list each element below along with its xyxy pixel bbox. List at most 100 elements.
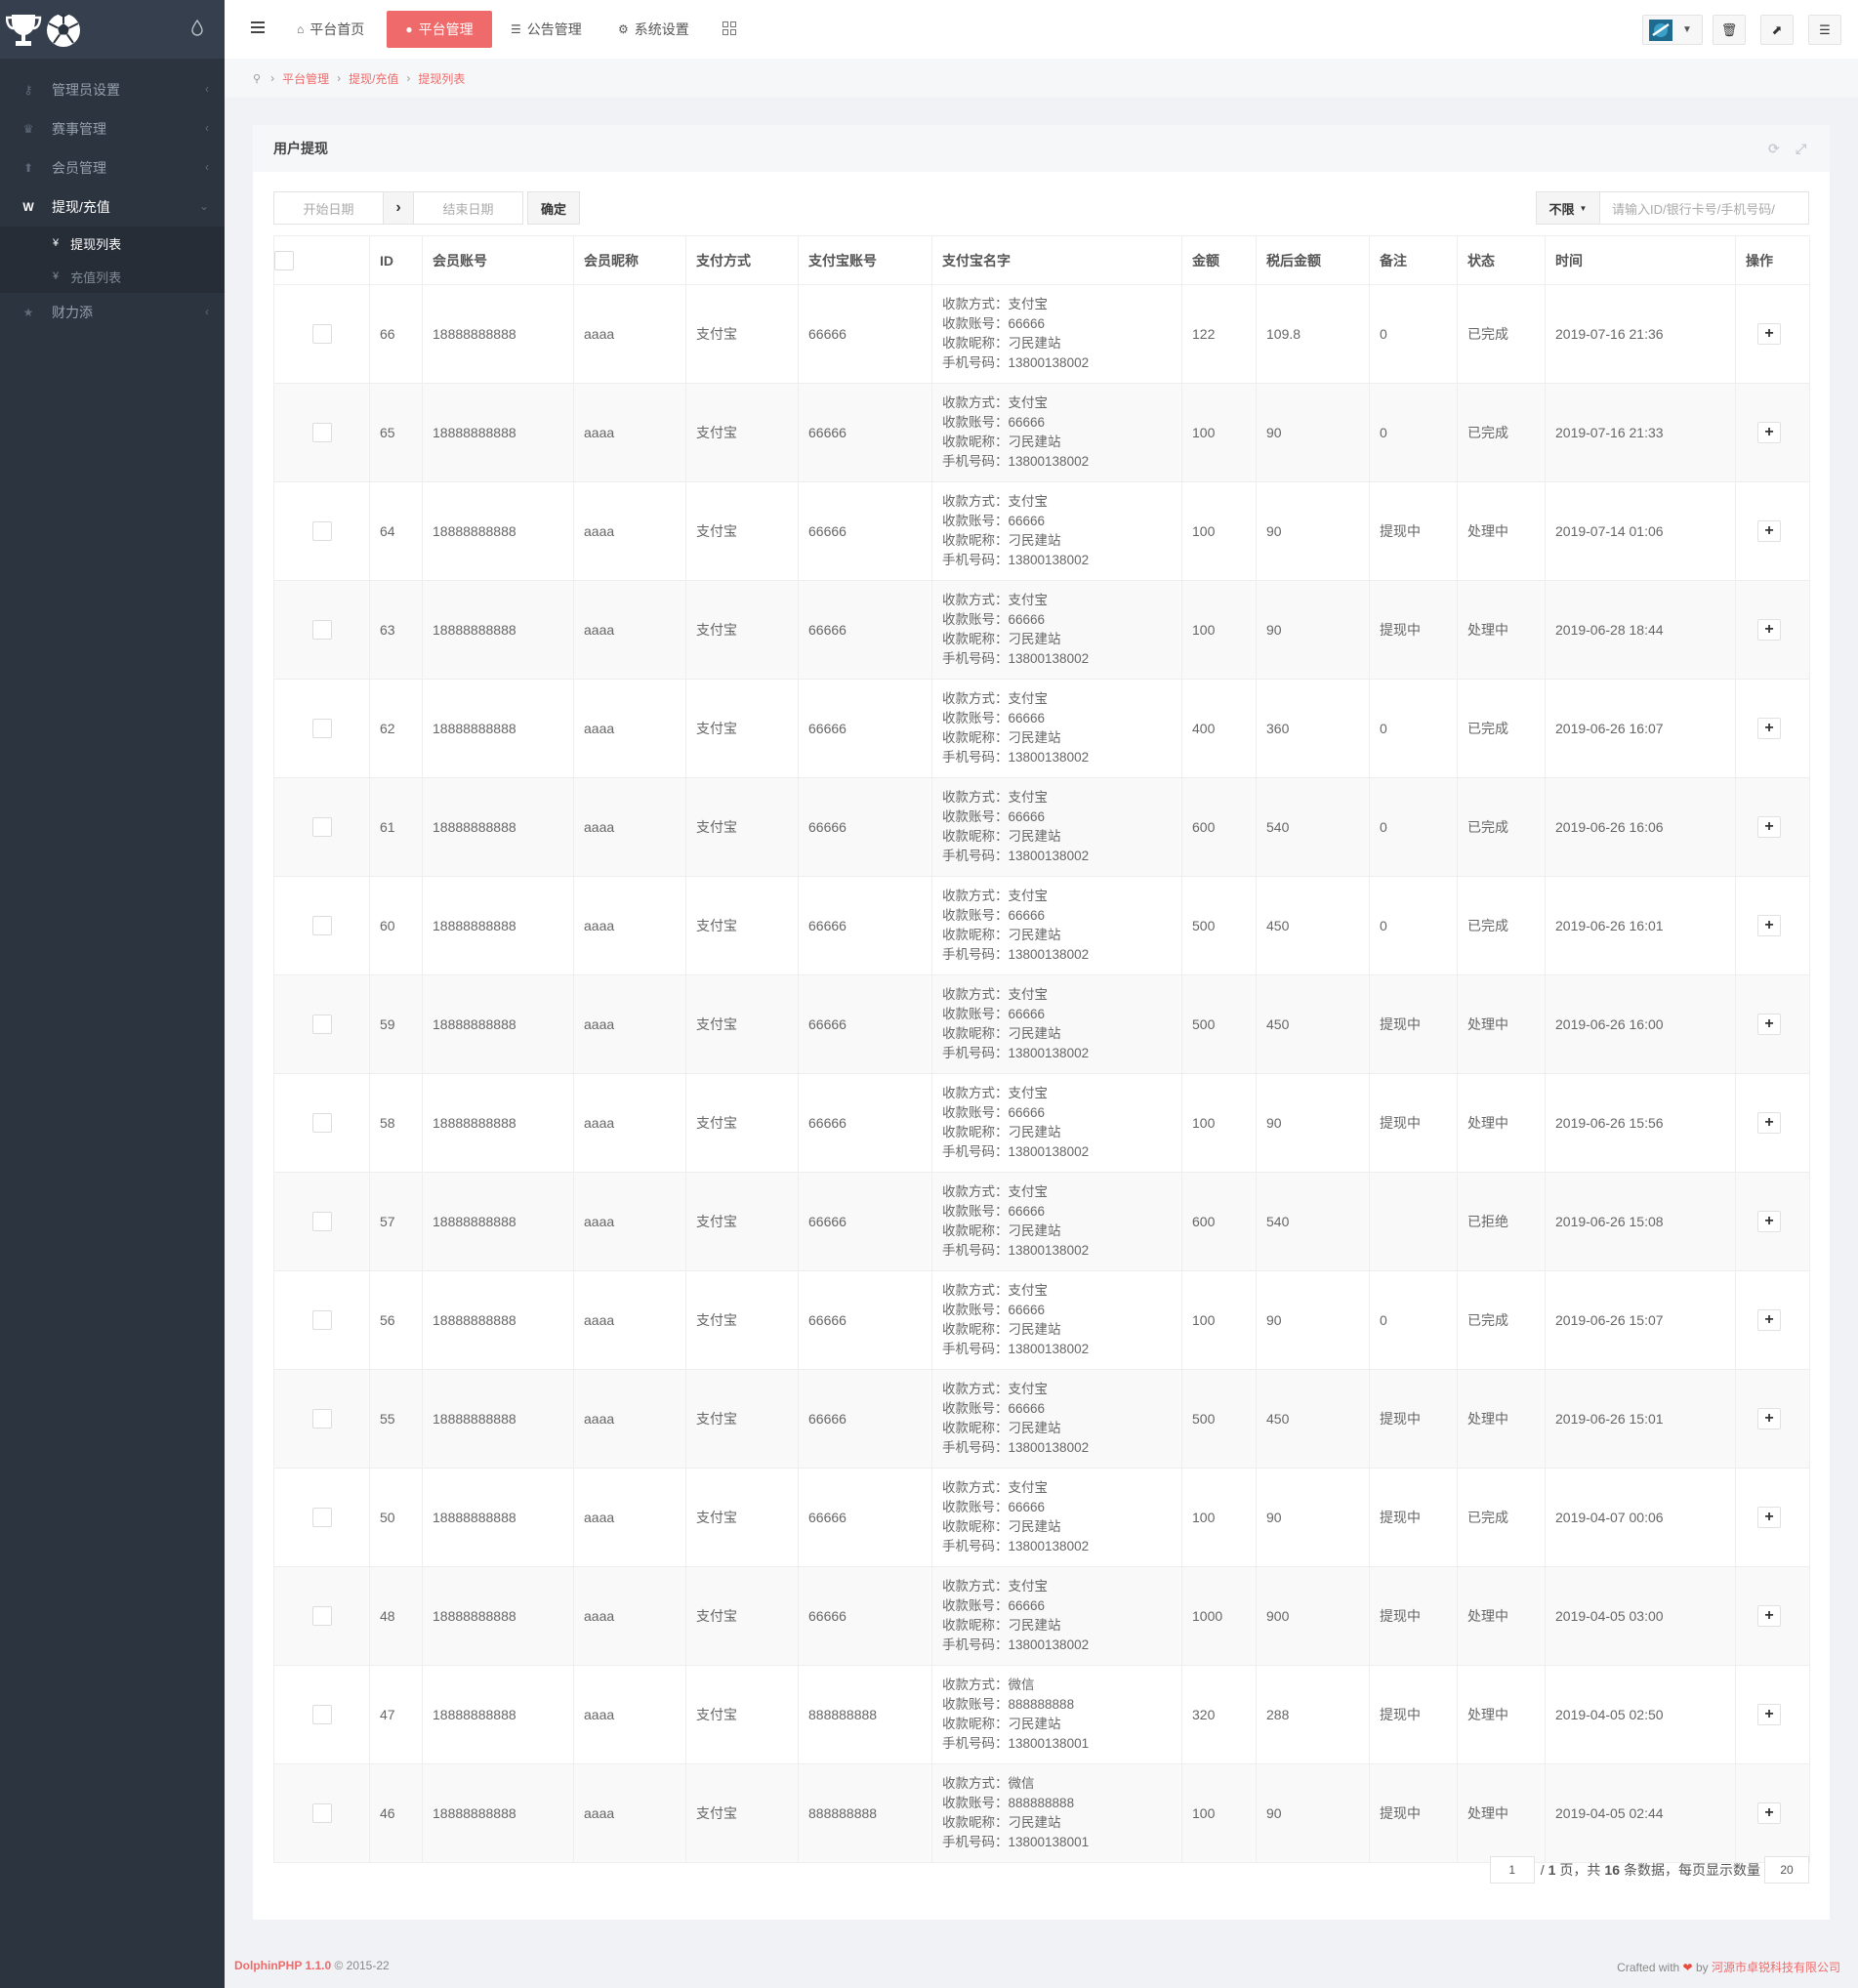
row-checkbox[interactable] (311, 521, 332, 541)
col-header[interactable]: 支付方式 (685, 235, 799, 285)
payee-info-label: 手机号码： (942, 750, 1009, 765)
tab-notice-management[interactable]: ☰ 公告管理 (511, 0, 582, 59)
row-add-button[interactable]: + (1757, 1507, 1781, 1528)
footer-brand[interactable]: DolphinPHP 1.1.0 (234, 1959, 331, 1972)
breadcrumb-item[interactable]: 提现列表 (418, 70, 465, 87)
row-checkbox[interactable] (311, 1705, 332, 1724)
expand-icon[interactable]: ⤢ (1796, 141, 1809, 156)
menu-toggle-icon[interactable] (251, 21, 265, 33)
cell-amount: 500 (1181, 1369, 1257, 1469)
sidebar-item-finance[interactable]: ★ 财力添 ‹ (0, 293, 225, 332)
sidebar-item-match-management[interactable]: ♛ 赛事管理 ‹ (0, 109, 225, 148)
search-field-select[interactable]: 不限 ▼ (1536, 191, 1600, 225)
row-checkbox[interactable] (311, 620, 332, 640)
col-header[interactable]: 税后金额 (1256, 235, 1370, 285)
col-header[interactable]: 会员昵称 (573, 235, 686, 285)
row-add-button[interactable]: + (1757, 816, 1781, 838)
row-checkbox[interactable] (311, 1508, 332, 1527)
trash-button[interactable]: 🗑 (1713, 15, 1746, 45)
sidebar-subitem-recharge-list[interactable]: ¥ 充值列表 (0, 260, 225, 293)
row-add-button[interactable]: + (1757, 323, 1781, 345)
payee-info-line: 收款昵称：刁民建站 (942, 630, 1181, 649)
breadcrumb-item[interactable]: 平台管理 (282, 70, 329, 87)
payee-info-value: 微信 (1008, 1776, 1035, 1791)
payee-info-line: 手机号码：13800138002 (942, 847, 1181, 866)
col-header[interactable]: 支付宝账号 (798, 235, 932, 285)
confirm-button[interactable]: 确定 (527, 191, 580, 225)
row-add-button[interactable]: + (1757, 915, 1781, 936)
table-row: 61 18888888888 aaaa 支付宝 66666 收款方式：支付宝 收款账号：66… (273, 777, 1810, 877)
sidebar-item-admin-settings[interactable]: ⚷ 管理员设置 ‹ (0, 70, 225, 109)
side-panel-button[interactable]: ☰ (1808, 15, 1841, 45)
tab-home[interactable]: ⌂ 平台首页 (297, 0, 364, 59)
row-add-button[interactable]: + (1757, 1408, 1781, 1429)
footer-company[interactable]: 河源市卓锐科技有限公司 (1712, 1961, 1840, 1974)
refresh-icon[interactable]: ⟳ (1768, 141, 1782, 156)
breadcrumb-item[interactable]: 提现/充值 (349, 70, 398, 87)
row-add-button[interactable]: + (1757, 1014, 1781, 1035)
payee-info-value: 支付宝 (1008, 691, 1049, 706)
cell-after-tax: 540 (1256, 777, 1370, 877)
col-header[interactable]: 状态 (1457, 235, 1546, 285)
cell-status: 已完成 (1457, 679, 1546, 778)
row-checkbox[interactable] (311, 916, 332, 935)
payee-info-line: 手机号码：13800138002 (942, 1241, 1181, 1261)
col-header[interactable]: 会员账号 (422, 235, 574, 285)
payee-info-value: 刁民建站 (1008, 1322, 1061, 1337)
select-all-checkbox[interactable] (274, 250, 294, 270)
start-date-input[interactable]: 开始日期 (273, 191, 384, 225)
payee-info-label: 手机号码： (942, 1736, 1009, 1751)
row-add-button[interactable]: + (1757, 1605, 1781, 1627)
per-page-input[interactable]: 20 (1764, 1856, 1809, 1884)
row-checkbox[interactable] (311, 1212, 332, 1231)
user-avatar-dropdown[interactable]: ▼ (1642, 15, 1703, 45)
row-add-button[interactable]: + (1757, 718, 1781, 739)
sidebar-item-member-management[interactable]: ⬆ 会员管理 ‹ (0, 148, 225, 187)
payee-info-label: 收款昵称： (942, 1125, 1009, 1139)
trophy-football-logo[interactable] (6, 11, 82, 50)
tab-system-settings[interactable]: ⚙ 系统设置 (618, 0, 689, 59)
page-number-input[interactable]: 1 (1489, 1856, 1535, 1884)
row-checkbox[interactable] (311, 1310, 332, 1330)
cell-nickname: aaaa (573, 1073, 686, 1173)
col-header[interactable]: 金额 (1181, 235, 1257, 285)
sidebar-subitem-withdraw-list[interactable]: ¥ 提现列表 (0, 227, 225, 260)
row-checkbox[interactable] (311, 1113, 332, 1133)
cell-note: 0 (1369, 777, 1458, 877)
row-add-button[interactable]: + (1757, 1704, 1781, 1725)
row-checkbox[interactable] (311, 1015, 332, 1034)
payee-info-label: 收款账号： (942, 1303, 1009, 1317)
row-checkbox[interactable] (311, 817, 332, 837)
row-add-button[interactable]: + (1757, 1211, 1781, 1232)
cell-after-tax: 540 (1256, 1172, 1370, 1271)
theme-drop-icon[interactable] (191, 20, 203, 36)
payee-info-label: 手机号码： (942, 1835, 1009, 1849)
col-header[interactable]: 备注 (1369, 235, 1458, 285)
cell-payee-info: 收款方式：支付宝 收款账号：66666 收款昵称：刁民建站 手机号码：13800138… (931, 1270, 1182, 1370)
cell-account: 18888888888 (422, 481, 574, 581)
sidebar-item-withdraw-recharge[interactable]: W 提现/充值 ⌄ (0, 187, 225, 227)
end-date-input[interactable]: 结束日期 (413, 191, 523, 225)
row-checkbox[interactable] (311, 719, 332, 738)
search-input[interactable]: 请输入ID/银行卡号/手机号码/ (1600, 191, 1809, 225)
tab-platform-management[interactable]: ● 平台管理 (387, 11, 492, 48)
row-checkbox[interactable] (311, 324, 332, 344)
cell-status: 已完成 (1457, 284, 1546, 384)
payee-info-line: 收款账号：66666 (942, 1103, 1181, 1123)
row-add-button[interactable]: + (1757, 1802, 1781, 1824)
row-add-button[interactable]: + (1757, 1309, 1781, 1331)
row-add-button[interactable]: + (1757, 520, 1781, 542)
row-checkbox[interactable] (311, 423, 332, 442)
row-add-button[interactable]: + (1757, 422, 1781, 443)
col-header[interactable]: ID (369, 235, 423, 285)
fullscreen-button[interactable]: ⬈ (1760, 15, 1794, 45)
payee-info-label: 收款昵称： (942, 435, 1009, 449)
apps-grid-icon[interactable] (723, 21, 736, 35)
col-header[interactable]: 支付宝名字 (931, 235, 1182, 285)
row-add-button[interactable]: + (1757, 1112, 1781, 1134)
row-checkbox[interactable] (311, 1606, 332, 1626)
col-header[interactable]: 时间 (1545, 235, 1736, 285)
row-checkbox[interactable] (311, 1409, 332, 1429)
row-checkbox[interactable] (311, 1803, 332, 1823)
row-add-button[interactable]: + (1757, 619, 1781, 641)
